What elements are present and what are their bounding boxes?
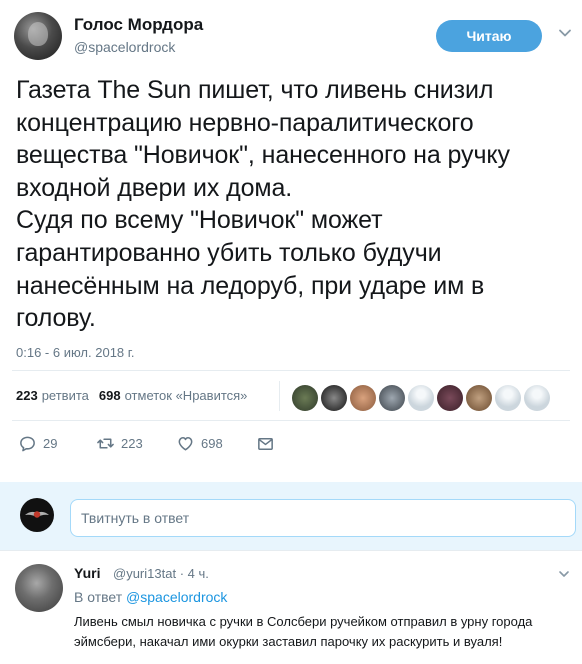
- in-reply-prefix: В ответ: [74, 589, 123, 605]
- reply-input[interactable]: [70, 499, 576, 537]
- current-user-avatar: [20, 498, 54, 532]
- heart-icon: [178, 437, 193, 451]
- in-reply-handle-link[interactable]: @spacelordrock: [126, 589, 227, 605]
- chevron-down-icon[interactable]: [558, 26, 572, 40]
- reply-count: 29: [43, 436, 58, 451]
- reply-text: Ливень смыл новичка с ручки в Солсбери р…: [74, 614, 533, 649]
- stats-separator: [279, 381, 280, 411]
- liker-avatar[interactable]: [292, 385, 318, 411]
- in-reply-to: В ответ @spacelordrock: [74, 589, 227, 605]
- reply-button[interactable]: 29: [18, 434, 57, 453]
- reply-author-avatar[interactable]: [15, 564, 63, 612]
- author-name[interactable]: Голос Мордора: [74, 15, 203, 35]
- retweet-count: 223: [121, 436, 143, 451]
- divider: [12, 370, 570, 371]
- liker-avatar[interactable]: [466, 385, 492, 411]
- liker-avatar[interactable]: [495, 385, 521, 411]
- meta-dot: ·: [179, 566, 188, 581]
- reply-meta: @yuri13tat · 4 ч.: [113, 566, 209, 581]
- like-label: отметок «Нравится»: [124, 388, 248, 403]
- chevron-down-icon[interactable]: [558, 568, 570, 580]
- liker-avatar[interactable]: [350, 385, 376, 411]
- reply-time[interactable]: 4 ч.: [188, 566, 209, 581]
- like-stat[interactable]: 698 отметок «Нравится»: [99, 388, 248, 403]
- retweet-button[interactable]: 223: [96, 434, 143, 453]
- liker-avatar[interactable]: [408, 385, 434, 411]
- divider: [12, 420, 570, 421]
- tweet-timestamp[interactable]: 0:16 - 6 июл. 2018 г.: [16, 345, 135, 360]
- following-button[interactable]: Читаю: [436, 20, 542, 52]
- like-button[interactable]: 698: [176, 434, 223, 453]
- direct-message-button[interactable]: [256, 434, 275, 453]
- envelope-icon: [258, 437, 273, 450]
- winged-logo-icon: [25, 511, 49, 518]
- liker-avatar[interactable]: [437, 385, 463, 411]
- liker-avatar[interactable]: [321, 385, 347, 411]
- author-handle[interactable]: @spacelordrock: [74, 39, 175, 55]
- tweet-text: Газета The Sun пишет, что ливень снизил …: [16, 76, 510, 333]
- liker-avatar[interactable]: [379, 385, 405, 411]
- reply-author-name[interactable]: Yuri: [74, 565, 100, 581]
- liker-avatar[interactable]: [524, 385, 550, 411]
- retweet-stat[interactable]: 223 ретвита: [16, 388, 89, 403]
- retweet-icon: [97, 438, 114, 449]
- tweet-stats: 223 ретвита 698 отметок «Нравится»: [16, 388, 247, 403]
- retweet-count: 223: [16, 388, 38, 403]
- reply-author-handle[interactable]: @yuri13tat: [113, 566, 176, 581]
- reply-icon: [20, 436, 35, 452]
- like-count: 698: [98, 388, 121, 403]
- like-count: 698: [201, 436, 223, 451]
- retweet-label: ретвита: [41, 388, 89, 403]
- liker-avatars: [292, 385, 550, 411]
- author-avatar[interactable]: [14, 12, 62, 60]
- divider: [0, 550, 582, 551]
